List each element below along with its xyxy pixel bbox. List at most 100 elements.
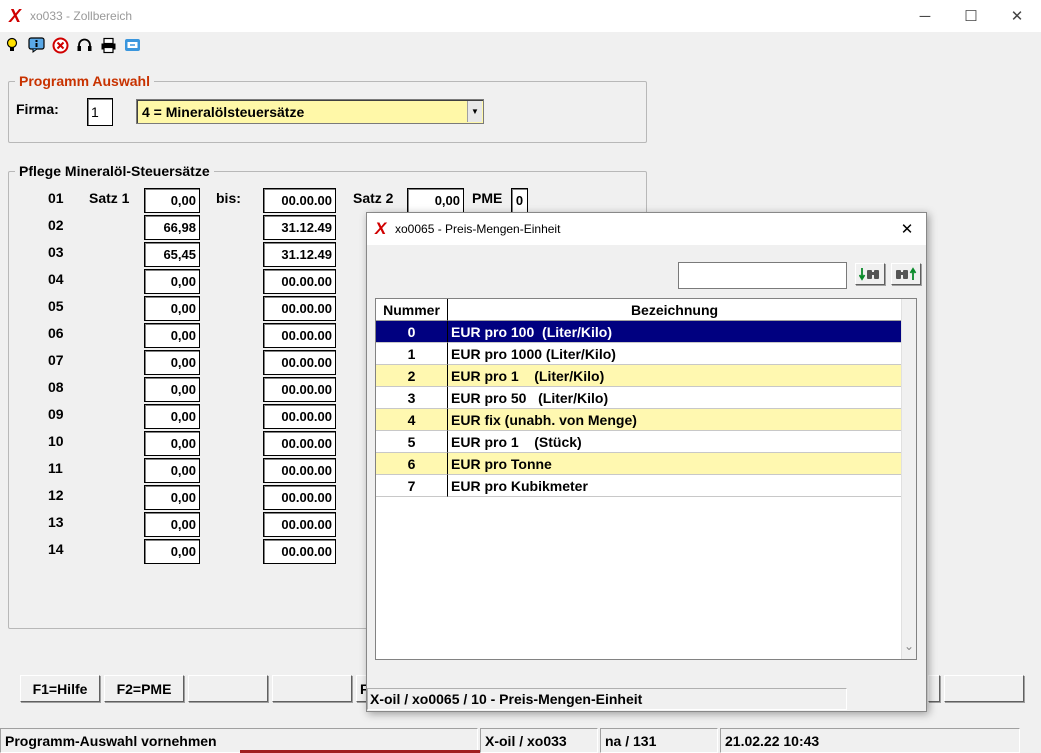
cell-bezeichnung: EUR pro 1 (Liter/Kilo) (448, 365, 902, 387)
f4-button[interactable] (272, 675, 352, 702)
status-user: na / 131 (600, 728, 718, 753)
satz1-input[interactable]: 0,00 (144, 431, 200, 456)
col-nummer-header[interactable]: Nummer (376, 299, 448, 321)
cell-bezeichnung: EUR pro 50 (Liter/Kilo) (448, 387, 902, 409)
cell-nummer: 2 (376, 365, 448, 387)
satz1-input[interactable]: 0,00 (144, 377, 200, 402)
table-row[interactable]: 5 EUR pro 1 (Stück) (376, 431, 902, 453)
cell-nummer: 4 (376, 409, 448, 431)
table-row[interactable]: 4 EUR fix (unabh. von Menge) (376, 409, 902, 431)
satz1-input[interactable]: 66,98 (144, 215, 200, 240)
cell-bezeichnung: EUR pro Kubikmeter (448, 475, 902, 497)
cell-nummer: 6 (376, 453, 448, 475)
dialog-logo: X (375, 219, 387, 238)
program-select-value: 4 = Mineralölsteuersätze (142, 104, 305, 120)
satz1-input[interactable]: 0,00 (144, 269, 200, 294)
row-number: 13 (48, 514, 64, 530)
f11-button[interactable] (928, 675, 940, 702)
bis-date-input[interactable]: 00.00.00 (263, 539, 336, 564)
toolbar (0, 32, 1041, 60)
bis-date-input[interactable]: 00.00.00 (263, 323, 336, 348)
binoculars-down-icon[interactable] (855, 263, 885, 285)
programm-auswahl-title: Programm Auswahl (15, 73, 154, 89)
minimize-button[interactable]: ─ (902, 0, 948, 32)
bis-date-input[interactable]: 00.00.00 (263, 350, 336, 375)
bis-label: bis: (216, 190, 241, 206)
f1-help-button[interactable]: F1=Hilfe (20, 675, 100, 702)
table-scrollbar[interactable]: ⌄ (901, 299, 916, 659)
row-number: 09 (48, 406, 64, 422)
table-row[interactable]: 0 EUR pro 100 (Liter/Kilo) (376, 321, 902, 343)
dialog-search-input[interactable] (678, 262, 847, 289)
lightbulb-icon[interactable] (3, 36, 21, 54)
program-select[interactable]: 4 = Mineralölsteuersätze ▼ (136, 99, 484, 124)
table-row[interactable]: 2 EUR pro 1 (Liter/Kilo) (376, 365, 902, 387)
satz1-input[interactable]: 0,00 (144, 296, 200, 321)
close-button[interactable]: ✕ (994, 0, 1040, 32)
satz1-input[interactable]: 0,00 (144, 188, 200, 213)
satz2-label: Satz 2 (353, 190, 394, 206)
bis-date-input[interactable]: 00.00.00 (263, 269, 336, 294)
col-bezeichnung-header[interactable]: Bezeichnung (448, 299, 902, 321)
satz1-input[interactable]: 0,00 (144, 485, 200, 510)
printer-icon[interactable] (99, 36, 117, 54)
table-row[interactable]: 1 EUR pro 1000 (Liter/Kilo) (376, 343, 902, 365)
f2-pme-button[interactable]: F2=PME (104, 675, 184, 702)
bis-date-input[interactable]: 00.00.00 (263, 377, 336, 402)
satz1-input[interactable]: 65,45 (144, 242, 200, 267)
dialog-title: xo0065 - Preis-Mengen-Einheit (395, 222, 561, 236)
dialog-close-button[interactable]: ✕ (895, 217, 919, 241)
row-number: 04 (48, 271, 64, 287)
chevron-down-icon[interactable]: ▼ (467, 101, 482, 122)
bis-date-input[interactable]: 31.12.49 (263, 242, 336, 267)
table-row[interactable]: 3 EUR pro 50 (Liter/Kilo) (376, 387, 902, 409)
scroll-down-icon[interactable]: ⌄ (902, 635, 916, 657)
pflege-title: Pflege Mineralöl-Steuersätze (15, 163, 214, 179)
satz1-input[interactable]: 0,00 (144, 323, 200, 348)
window-title: xo033 - Zollbereich (30, 9, 133, 23)
satz2-input[interactable]: 0,00 (407, 188, 464, 213)
bis-date-input[interactable]: 31.12.49 (263, 215, 336, 240)
row-number: 07 (48, 352, 64, 368)
pme-input[interactable]: 0 (511, 188, 528, 213)
cell-nummer: 5 (376, 431, 448, 453)
cell-bezeichnung: EUR pro Tonne (448, 453, 902, 475)
row-number: 08 (48, 379, 64, 395)
bis-date-input[interactable]: 00.00.00 (263, 188, 336, 213)
pme-label: PME (472, 190, 503, 206)
row-number: 14 (48, 541, 64, 557)
satz1-input[interactable]: 0,00 (144, 350, 200, 375)
row-number: 12 (48, 487, 64, 503)
f12-button[interactable] (944, 675, 1024, 702)
stop-icon[interactable] (51, 36, 69, 54)
firma-label: Firma: (16, 101, 59, 117)
table-row[interactable]: 7 EUR pro Kubikmeter (376, 475, 902, 497)
maximize-button[interactable]: ☐ (948, 0, 994, 32)
firma-input[interactable]: 1 (87, 98, 113, 126)
bis-date-input[interactable]: 00.00.00 (263, 485, 336, 510)
row-number: 11 (48, 460, 63, 476)
dialog-status: X-oil / xo0065 / 10 - Preis-Mengen-Einhe… (367, 688, 847, 710)
title-bar: X xo033 - Zollbereich ─ ☐ ✕ (0, 0, 1041, 32)
binoculars-up-icon[interactable] (891, 263, 921, 285)
f3-button[interactable] (188, 675, 268, 702)
bis-date-input[interactable]: 00.00.00 (263, 458, 336, 483)
row-number: 06 (48, 325, 64, 341)
cell-nummer: 1 (376, 343, 448, 365)
cell-bezeichnung: EUR pro 1 (Stück) (448, 431, 902, 453)
bis-date-input[interactable]: 00.00.00 (263, 404, 336, 429)
satz1-input[interactable]: 0,00 (144, 458, 200, 483)
bis-date-input[interactable]: 00.00.00 (263, 296, 336, 321)
info-icon[interactable] (27, 36, 45, 54)
satz1-input[interactable]: 0,00 (144, 512, 200, 537)
cell-nummer: 7 (376, 475, 448, 497)
bis-date-input[interactable]: 00.00.00 (263, 431, 336, 456)
cell-nummer: 0 (376, 321, 448, 343)
bis-date-input[interactable]: 00.00.00 (263, 512, 336, 537)
headset-icon[interactable] (75, 36, 93, 54)
cell-nummer: 3 (376, 387, 448, 409)
screen-icon[interactable] (123, 36, 141, 54)
satz1-input[interactable]: 0,00 (144, 539, 200, 564)
satz1-input[interactable]: 0,00 (144, 404, 200, 429)
table-row[interactable]: 6 EUR pro Tonne (376, 453, 902, 475)
